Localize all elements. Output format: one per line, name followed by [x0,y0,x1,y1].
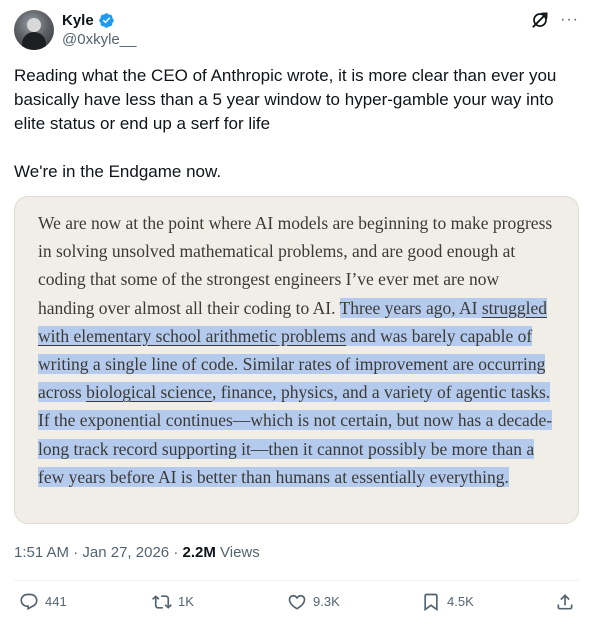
header-actions: ··· [530,10,579,30]
grok-icon[interactable] [530,10,550,30]
meta-separator: · [73,544,79,561]
avatar-body [22,32,46,50]
avatar[interactable] [14,10,54,50]
share-button[interactable] [555,592,575,612]
excerpt-link-biological-science[interactable]: biological science [86,382,212,402]
action-bar: 441 1K 9.3K 4.5K [0,592,593,618]
heart-icon [288,594,306,610]
tweet-meta: 1:51 AM · Jan 27, 2026 · 2.2M Views [14,543,260,563]
repost-icon [152,595,172,609]
tweet-text: Reading what the CEO of Anthropic wrote,… [14,66,557,181]
reply-button[interactable]: 441 [19,592,67,612]
excerpt-highlight: Three years ago, AI struggled with eleme… [38,297,553,487]
tweet-header: Kyle @0xkyle__ ··· [14,10,579,52]
tweet-date[interactable]: Jan 27, 2026 [82,544,169,561]
reply-count: 441 [45,594,67,609]
views-count: 2.2M [182,544,216,561]
author-name[interactable]: Kyle [62,11,94,30]
author-handle[interactable]: @0xkyle__ [62,30,136,50]
bookmark-count: 4.5K [447,594,474,609]
tweet-time[interactable]: 1:51 AM [14,544,69,561]
meta-separator-2: · [173,544,179,561]
divider [14,580,579,581]
excerpt-highlight-text: Three years ago, AI [339,297,482,318]
author-name-row[interactable]: Kyle [62,11,115,30]
like-count: 9.3K [313,594,340,609]
repost-button[interactable]: 1K [152,592,194,612]
more-options-icon[interactable]: ··· [560,10,579,30]
avatar-head [27,18,41,32]
reply-icon [20,593,38,611]
bookmark-button[interactable]: 4.5K [421,592,474,612]
bookmark-icon [424,593,438,612]
views-label: Views [220,544,260,561]
share-icon [557,594,573,610]
author-info: Kyle @0xkyle__ [62,11,136,50]
repost-count: 1K [178,594,194,609]
verified-badge-icon [98,13,114,28]
quoted-excerpt-card[interactable]: We are now at the point where AI models … [14,196,579,524]
quoted-excerpt-text: We are now at the point where AI models … [38,209,558,491]
like-button[interactable]: 9.3K [287,592,340,612]
tweet: Kyle @0xkyle__ ··· Reading what the CEO … [0,0,593,624]
